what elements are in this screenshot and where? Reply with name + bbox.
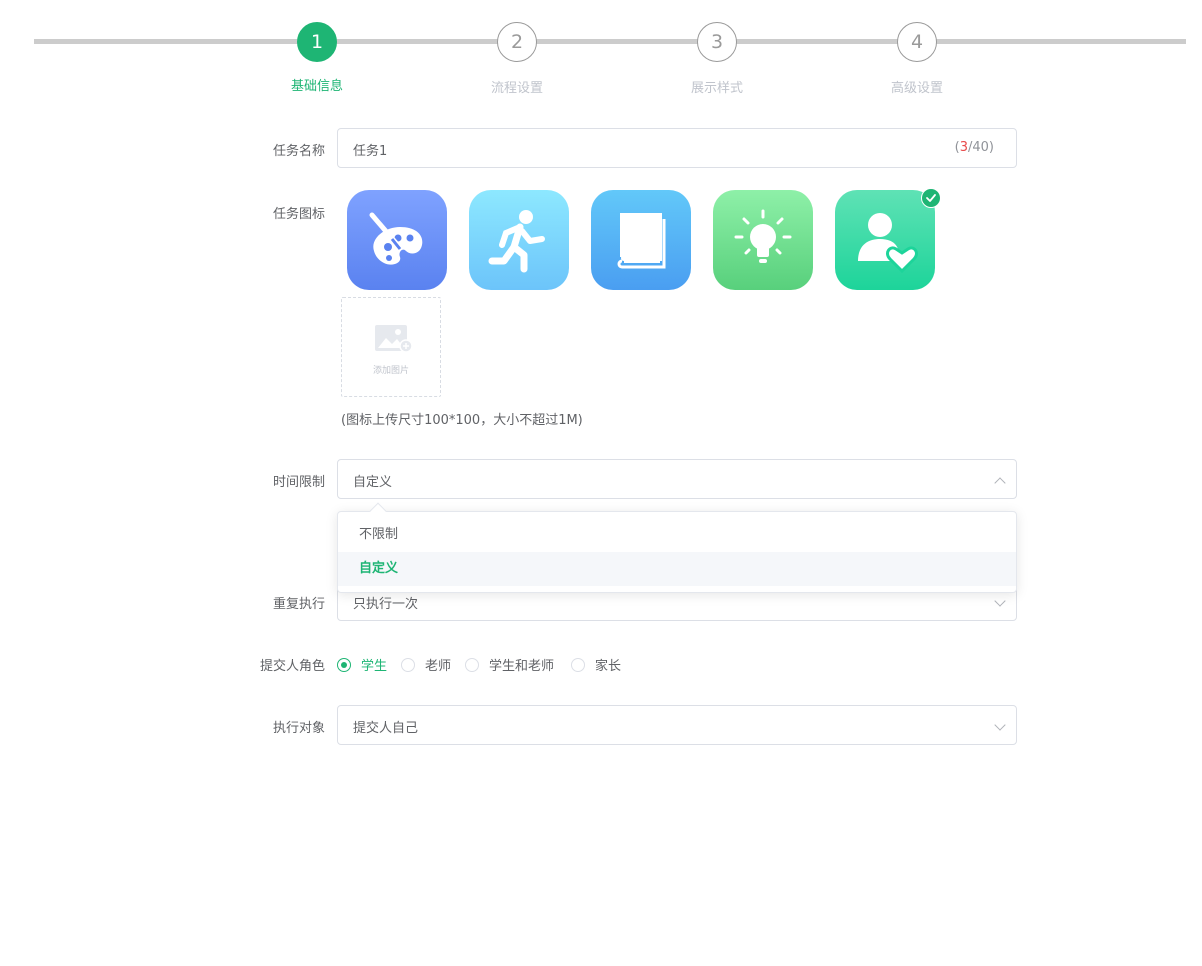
radio-circle [337,657,351,672]
time-limit-value: 自定义 [353,475,393,490]
char-counter: (3/40) [954,140,994,155]
exec-target-select[interactable]: 提交人自己 [337,705,1017,745]
exec-target-label: 执行对象 [272,721,325,736]
chevron-up-icon [994,477,1006,489]
add-image-upload[interactable]: 添加图片 [341,297,441,397]
radio-label: 老师 [425,659,452,674]
step-label: 基础信息 [290,79,343,94]
repeat-value: 只执行一次 [353,597,419,612]
icon-upload-hint: (图标上传尺寸100*100，大小不超过1M) [341,413,583,428]
running-person-icon[interactable] [469,190,569,290]
book-icon[interactable] [591,190,691,290]
step-label: 展示样式 [690,81,743,96]
step-number: 1 [297,22,337,62]
chevron-down-icon [994,719,1006,731]
radio-circle [401,657,415,672]
radio-student-and-teacher[interactable]: 学生和老师 [465,655,554,674]
radio-parent[interactable]: 家长 [571,655,621,674]
user-heart-icon[interactable] [835,190,935,290]
add-image-label: 添加图片 [372,366,409,376]
step-label: 流程设置 [490,81,543,96]
radio-label: 家长 [595,659,622,674]
step-number: 4 [897,22,937,62]
dropdown-option-custom[interactable]: 自定义 [338,552,1016,586]
step-number: 3 [697,22,737,62]
radio-circle [571,657,585,672]
radio-circle [465,657,479,672]
dropdown-option-unlimited[interactable]: 不限制 [338,518,1016,552]
image-icon [375,325,412,353]
steps-progress-line [34,39,1186,44]
radio-teacher[interactable]: 老师 [401,655,451,674]
step-1-basic-info[interactable]: 1 基础信息 [257,22,377,94]
task-name-value: 任务1 [353,144,388,159]
radio-student[interactable]: 学生 [337,655,387,674]
step-number: 2 [497,22,537,62]
radio-label: 学生 [361,659,388,674]
step-3-display-style[interactable]: 3 展示样式 [657,22,777,96]
lightbulb-icon[interactable] [713,190,813,290]
time-limit-dropdown: 不限制 自定义 [337,511,1017,593]
time-limit-select[interactable]: 自定义 [337,459,1017,499]
task-name-label: 任务名称 [272,144,325,159]
exec-target-value: 提交人自己 [353,721,419,736]
selected-check-icon [921,188,941,208]
chevron-down-icon [994,595,1006,607]
palette-icon[interactable] [347,190,447,290]
time-limit-label: 时间限制 [272,475,325,490]
submitter-role-label: 提交人角色 [259,659,325,674]
task-name-input[interactable]: 任务1 (3/40) [337,128,1017,168]
step-2-process-settings[interactable]: 2 流程设置 [457,22,577,96]
repeat-label: 重复执行 [272,597,325,612]
step-label: 高级设置 [890,81,943,96]
step-4-advanced-settings[interactable]: 4 高级设置 [857,22,977,96]
radio-label: 学生和老师 [489,659,555,674]
task-icon-label: 任务图标 [272,207,325,222]
